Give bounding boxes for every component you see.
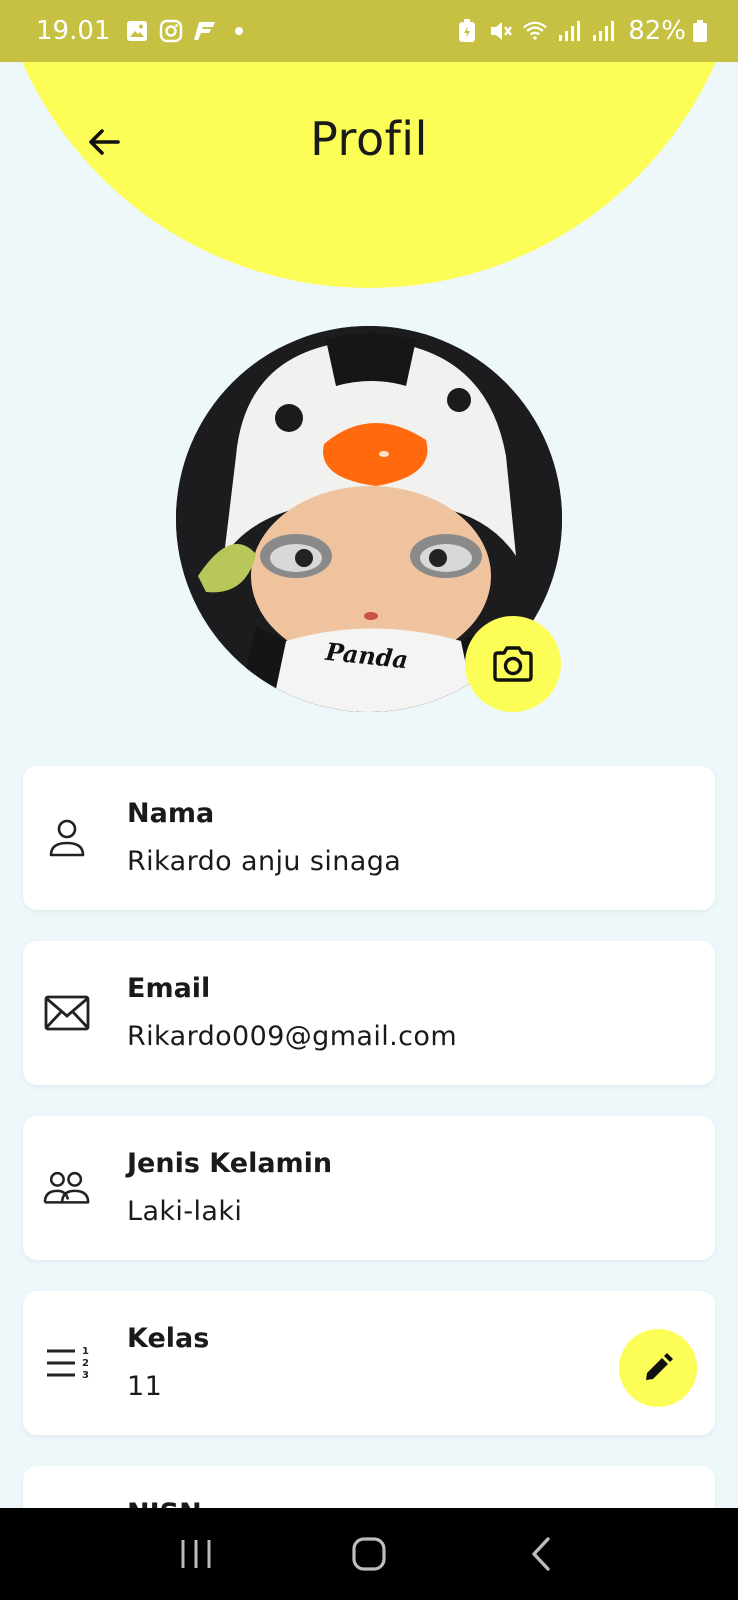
field-label: Kelas <box>127 1323 210 1354</box>
field-card-kelas: 123 Kelas 11 <box>23 1291 715 1435</box>
recent-apps-button[interactable] <box>166 1524 226 1584</box>
camera-icon <box>493 646 533 682</box>
ordered-list-icon: 123 <box>43 1339 91 1387</box>
status-time: 19.01 <box>36 16 111 46</box>
battery-icon <box>692 18 708 44</box>
envelope-icon <box>43 989 91 1037</box>
status-bar: 19.01 82% <box>0 0 738 62</box>
field-card-nama: Nama Rikardo anju sinaga <box>23 766 715 910</box>
field-value: Rikardo anju sinaga <box>127 846 402 877</box>
app-f-icon <box>192 18 218 44</box>
edit-kelas-button[interactable] <box>619 1329 697 1407</box>
field-value: Rikardo009@gmail.com <box>127 1021 458 1052</box>
home-icon <box>352 1537 386 1571</box>
mute-icon <box>488 18 514 44</box>
change-photo-button[interactable] <box>465 616 561 712</box>
home-button[interactable] <box>339 1524 399 1584</box>
pencil-icon <box>646 1353 673 1380</box>
gallery-icon <box>124 18 150 44</box>
field-value: Laki-laki <box>127 1196 243 1227</box>
field-card-jenis-kelamin: Jenis Kelamin Laki-laki <box>23 1116 715 1260</box>
field-label: Email <box>127 973 211 1004</box>
system-nav-bar <box>0 1508 738 1600</box>
svg-text:3: 3 <box>82 1370 89 1381</box>
person-icon <box>43 814 91 862</box>
field-value: 11 <box>127 1371 163 1402</box>
signal-icon <box>590 18 616 44</box>
system-back-button[interactable] <box>512 1524 572 1584</box>
page-title: Profil <box>310 112 428 166</box>
svg-text:1: 1 <box>82 1346 89 1357</box>
signal-icon <box>556 18 582 44</box>
dot-icon <box>226 18 252 44</box>
battery-saver-icon <box>454 18 480 44</box>
wifi-icon <box>522 18 548 44</box>
status-right-group: 82% <box>454 16 708 46</box>
field-card-email: Email Rikardo009@gmail.com <box>23 941 715 1085</box>
battery-percentage: 82% <box>628 16 686 46</box>
recent-apps-icon <box>181 1540 211 1568</box>
svg-text:2: 2 <box>82 1358 89 1369</box>
people-icon <box>43 1164 91 1212</box>
instagram-icon <box>158 18 184 44</box>
profile-screen: 19.01 82% Profil Panda Nama Rikardo anju… <box>0 0 738 1600</box>
field-label: Jenis Kelamin <box>127 1148 333 1179</box>
field-label: Nama <box>127 798 215 829</box>
back-icon <box>531 1537 550 1571</box>
